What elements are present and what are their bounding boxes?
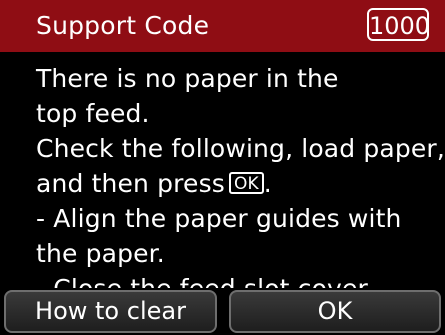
- page-title: Support Code: [36, 11, 210, 40]
- message-line: There is no paper in the: [36, 64, 339, 93]
- message-line-end: .: [263, 169, 272, 198]
- message-line: the paper.: [36, 239, 165, 268]
- button-bar: How to clear OK: [0, 288, 445, 335]
- message-line-text: and then press: [36, 169, 225, 198]
- message-line: top feed.: [36, 99, 150, 128]
- message-line: Check the following, load paper,: [36, 134, 445, 163]
- message-line: - Align the paper guides with: [36, 204, 402, 233]
- ok-button[interactable]: OK: [229, 290, 441, 333]
- message-line: - Close the feed slot cover.: [36, 274, 374, 288]
- message-area: There is no paper in the top feed. Check…: [0, 52, 445, 288]
- ok-key-icon: OK: [228, 172, 264, 194]
- message-line-with-key: and then press OK.: [36, 169, 272, 199]
- how-to-clear-button[interactable]: How to clear: [4, 290, 217, 333]
- support-code-badge: 1000: [367, 8, 430, 41]
- title-bar: Support Code 1000: [0, 0, 445, 52]
